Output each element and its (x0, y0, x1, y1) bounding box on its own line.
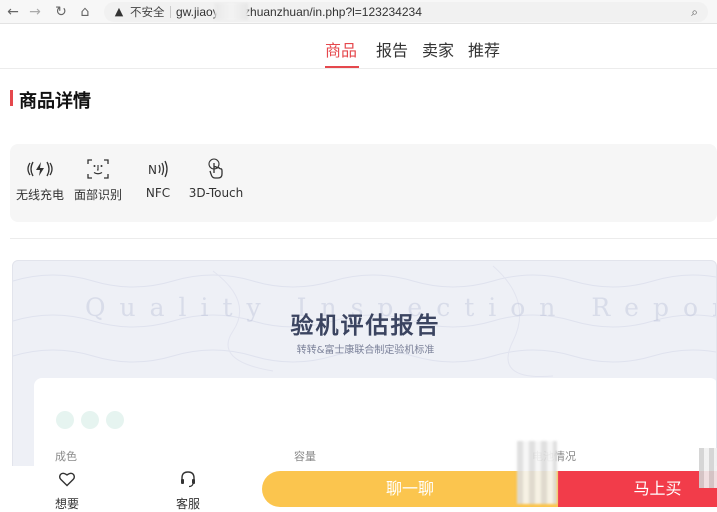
favorite-button[interactable] (58, 470, 76, 492)
feature-nfc: N NFC (128, 158, 188, 200)
tab-report[interactable]: 报告 (376, 37, 408, 61)
heart-icon (59, 472, 75, 487)
service-button[interactable] (179, 470, 197, 492)
feature-label: 无线充电 (15, 188, 64, 202)
condition-label: 成色 (55, 450, 77, 463)
feature-label: 3D-Touch (188, 186, 244, 200)
section-title-marker (10, 90, 13, 106)
security-label: 不安全 (130, 5, 165, 19)
report-subtitle: 转转&富士康联合制定验机标准 (296, 345, 435, 356)
feature-label: NFC (145, 186, 171, 200)
features-card: 无线充电 面部识别 N NFC 3D-Touch (10, 144, 717, 222)
address-separator (170, 6, 171, 18)
face-id-icon (87, 159, 109, 179)
forward-icon[interactable]: → (26, 3, 44, 21)
3d-touch-icon (208, 158, 223, 179)
active-tab-indicator (325, 66, 359, 68)
redaction-blur (517, 441, 557, 504)
tab-recommend[interactable]: 推荐 (468, 37, 500, 61)
chat-button[interactable]: 聊一聊 (262, 471, 558, 507)
address-bar[interactable]: ▲ 不安全 gw.jiaoy .icu/zhuanzhuan/in.php?l=… (104, 2, 708, 22)
nfc-icon: N (148, 160, 168, 178)
section-title: 商品详情 (19, 91, 91, 112)
wireless-charging-icon (27, 161, 53, 177)
reload-icon[interactable]: ↻ (52, 3, 70, 21)
feature-face-id: 面部识别 (68, 158, 128, 203)
bottom-action-bar: 想要 客服 聊一聊 马上买 (0, 466, 717, 511)
browser-toolbar: ← → ↻ ⌂ ▲ 不安全 gw.jiaoy .icu/zhuanzhuan/i… (0, 0, 717, 24)
warning-icon: ▲ (114, 5, 124, 18)
feature-3d-touch: 3D-Touch (186, 158, 246, 200)
tab-bar: 商品 报告 卖家 推荐 (0, 25, 717, 69)
redaction-blur (699, 448, 717, 488)
divider (10, 238, 717, 239)
report-title: 验机评估报告 (290, 313, 441, 339)
status-dot (56, 411, 74, 429)
capacity-label: 容量 (294, 450, 316, 463)
feature-wireless-charging: 无线充电 (10, 158, 70, 203)
headset-icon (181, 471, 195, 488)
feature-label: 面部识别 (73, 188, 122, 202)
home-icon[interactable]: ⌂ (76, 3, 94, 21)
url-text[interactable]: gw.jiaoy .icu/zhuanzhuan/in.php?l=123234… (176, 2, 422, 22)
back-icon[interactable]: ← (4, 3, 22, 21)
buy-now-button[interactable]: 马上买 (558, 471, 717, 507)
url-redaction (215, 3, 248, 20)
status-dot (81, 411, 99, 429)
tab-goods[interactable]: 商品 (325, 37, 357, 61)
status-dot (106, 411, 124, 429)
tab-seller[interactable]: 卖家 (422, 37, 454, 61)
zoom-icon[interactable]: ⌕ (691, 2, 698, 22)
svg-text:N: N (148, 163, 157, 177)
